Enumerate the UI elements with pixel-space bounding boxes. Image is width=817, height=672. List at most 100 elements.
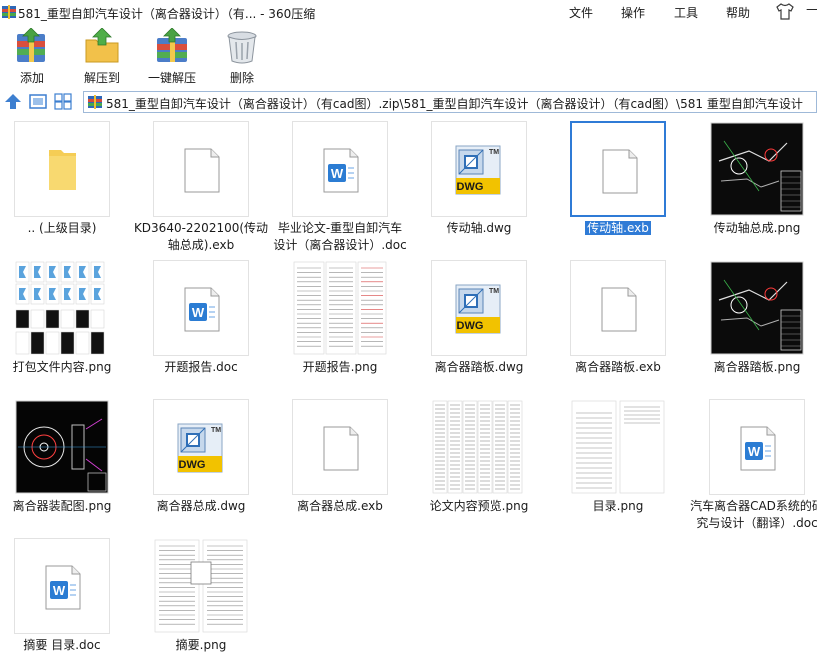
file-item[interactable]: 传动轴.exb	[544, 116, 684, 255]
add-button[interactable]: 添加	[0, 26, 64, 86]
archive-path-icon	[88, 95, 102, 109]
toolbar: 添加 解压到 一键解压 删除	[0, 24, 817, 88]
blank-file-icon	[601, 287, 637, 332]
file-thumbnail	[709, 121, 805, 217]
folder-icon	[49, 150, 76, 190]
extract-to-label: 解压到	[83, 71, 120, 85]
archive-app-icon	[2, 5, 16, 19]
file-name: 开题报告.doc	[164, 360, 238, 374]
file-thumbnail	[709, 260, 805, 356]
file-item[interactable]: 目录.png	[544, 394, 684, 533]
svg-text:W: W	[192, 305, 205, 320]
report-page-preview-icon	[293, 261, 387, 355]
skin-shirt-icon[interactable]	[776, 3, 794, 20]
file-name: 汽车离合器CAD系统的研 究与设计（翻译）.doc	[690, 499, 817, 530]
file-item[interactable]: 论文内容预览.png	[405, 394, 545, 533]
file-name: 摘要 目录.doc	[23, 638, 101, 652]
file-name: 论文内容预览.png	[429, 499, 529, 513]
file-name: 离合器踏板.dwg	[434, 360, 524, 374]
file-item[interactable]: 传动轴总成.png	[683, 116, 817, 255]
file-name: 摘要.png	[175, 638, 227, 652]
file-name: 传动轴.exb	[585, 221, 651, 235]
abstract-page-preview-icon	[154, 539, 248, 633]
dwg-file-icon: TM DWG	[455, 284, 501, 334]
svg-text:W: W	[53, 583, 66, 598]
file-thumbnail: W	[292, 121, 388, 217]
blank-file-icon	[184, 148, 220, 193]
view-large-icon[interactable]	[29, 93, 47, 110]
file-item[interactable]: KD3640-2202100(传动 轴总成).exb	[127, 116, 268, 255]
file-item[interactable]: 开题报告.png	[266, 255, 406, 394]
file-item[interactable]: TM DWG 离合器总成.dwg	[127, 394, 267, 533]
svg-text:TM: TM	[211, 427, 221, 434]
file-thumbnail	[14, 121, 110, 217]
file-name: 离合器总成.exb	[297, 499, 383, 513]
delete-label: 删除	[229, 71, 254, 85]
extract-folder-icon	[85, 28, 119, 63]
file-thumbnail: TM DWG	[431, 260, 527, 356]
menu-file[interactable]: 文件	[569, 4, 593, 21]
view-grid-icon[interactable]	[54, 93, 72, 110]
one-click-extract-label: 一键解压	[147, 71, 196, 85]
file-item[interactable]: .. (上级目录)	[0, 116, 128, 255]
path-text: 581_重型自卸汽车设计（离合器设计）（有cad图）.zip\581_重型自卸汽…	[106, 97, 803, 111]
word-document-icon: W	[45, 565, 81, 610]
dwg-file-icon: TM DWG	[177, 423, 223, 473]
file-item[interactable]: 摘要.png	[127, 533, 267, 672]
file-item[interactable]: W 开题报告.doc	[127, 255, 267, 394]
file-name: 离合器踏板.png	[713, 360, 801, 374]
file-item[interactable]: 离合器总成.exb	[266, 394, 406, 533]
file-item[interactable]: W 摘要 目录.doc	[0, 533, 128, 672]
word-document-icon: W	[323, 148, 359, 193]
file-thumbnail	[153, 538, 249, 634]
trash-can-icon	[227, 31, 257, 64]
menu-help[interactable]: 帮助	[726, 4, 750, 21]
file-name: 传动轴总成.png	[713, 221, 801, 235]
extract-to-button[interactable]: 解压到	[70, 26, 134, 86]
word-document-icon: W	[740, 426, 776, 471]
svg-text:DWG: DWG	[457, 181, 484, 193]
one-click-extract-button[interactable]: 一键解压	[140, 26, 204, 86]
file-thumbnail	[153, 121, 249, 217]
file-thumbnail	[431, 399, 527, 495]
menu-operations[interactable]: 操作	[621, 4, 645, 21]
file-thumbnail	[292, 399, 388, 495]
window-title: 581_重型自卸汽车设计（离合器设计）（有... - 360压缩	[18, 7, 316, 21]
menu-tools[interactable]: 工具	[674, 4, 698, 21]
minimize-icon[interactable]: —	[806, 2, 817, 17]
path-field[interactable]: 581_重型自卸汽车设计（离合器设计）（有cad图）.zip\581_重型自卸汽…	[83, 91, 817, 113]
up-arrow-icon[interactable]	[4, 93, 22, 110]
file-item[interactable]: W 毕业论文-重型自卸汽车 设计（离合器设计）.doc	[266, 116, 407, 255]
file-name: 传动轴.dwg	[446, 221, 512, 235]
file-thumbnail: W	[14, 538, 110, 634]
dwg-file-icon: TM DWG	[455, 145, 501, 195]
word-document-icon: W	[184, 287, 220, 332]
file-thumbnail: TM DWG	[153, 399, 249, 495]
file-item[interactable]: W 汽车离合器CAD系统的研 究与设计（翻译）.doc	[683, 394, 817, 533]
file-thumbnail: TM DWG	[431, 121, 527, 217]
cad-drawing-preview-icon	[710, 122, 804, 216]
file-item[interactable]: 打包文件内容.png	[0, 255, 128, 394]
svg-text:DWG: DWG	[457, 320, 484, 332]
file-item[interactable]: TM DWG 传动轴.dwg	[405, 116, 545, 255]
file-thumbnail	[14, 260, 110, 356]
file-name: .. (上级目录)	[27, 221, 97, 235]
file-name: 毕业论文-重型自卸汽车 设计（离合器设计）.doc	[273, 221, 407, 252]
file-name: 开题报告.png	[302, 360, 378, 374]
file-item[interactable]: TM DWG 离合器踏板.dwg	[405, 255, 545, 394]
file-name: KD3640-2202100(传动 轴总成).exb	[133, 221, 269, 252]
add-label: 添加	[19, 71, 44, 85]
cad-drawing-preview-icon	[710, 261, 804, 355]
assembly-drawing-preview-icon	[15, 400, 109, 494]
file-item[interactable]: 离合器踏板.exb	[544, 255, 684, 394]
delete-button[interactable]: 删除	[210, 26, 274, 86]
file-item[interactable]: 离合器踏板.png	[683, 255, 817, 394]
svg-text:W: W	[331, 166, 344, 181]
file-item[interactable]: 离合器装配图.png	[0, 394, 128, 533]
address-bar: 581_重型自卸汽车设计（离合器设计）（有cad图）.zip\581_重型自卸汽…	[0, 88, 817, 116]
file-name: 目录.png	[592, 499, 644, 513]
paper-pages-preview-icon	[432, 400, 523, 494]
file-name: 离合器总成.dwg	[156, 499, 246, 513]
file-name: 离合器踏板.exb	[575, 360, 661, 374]
svg-text:TM: TM	[489, 149, 499, 156]
